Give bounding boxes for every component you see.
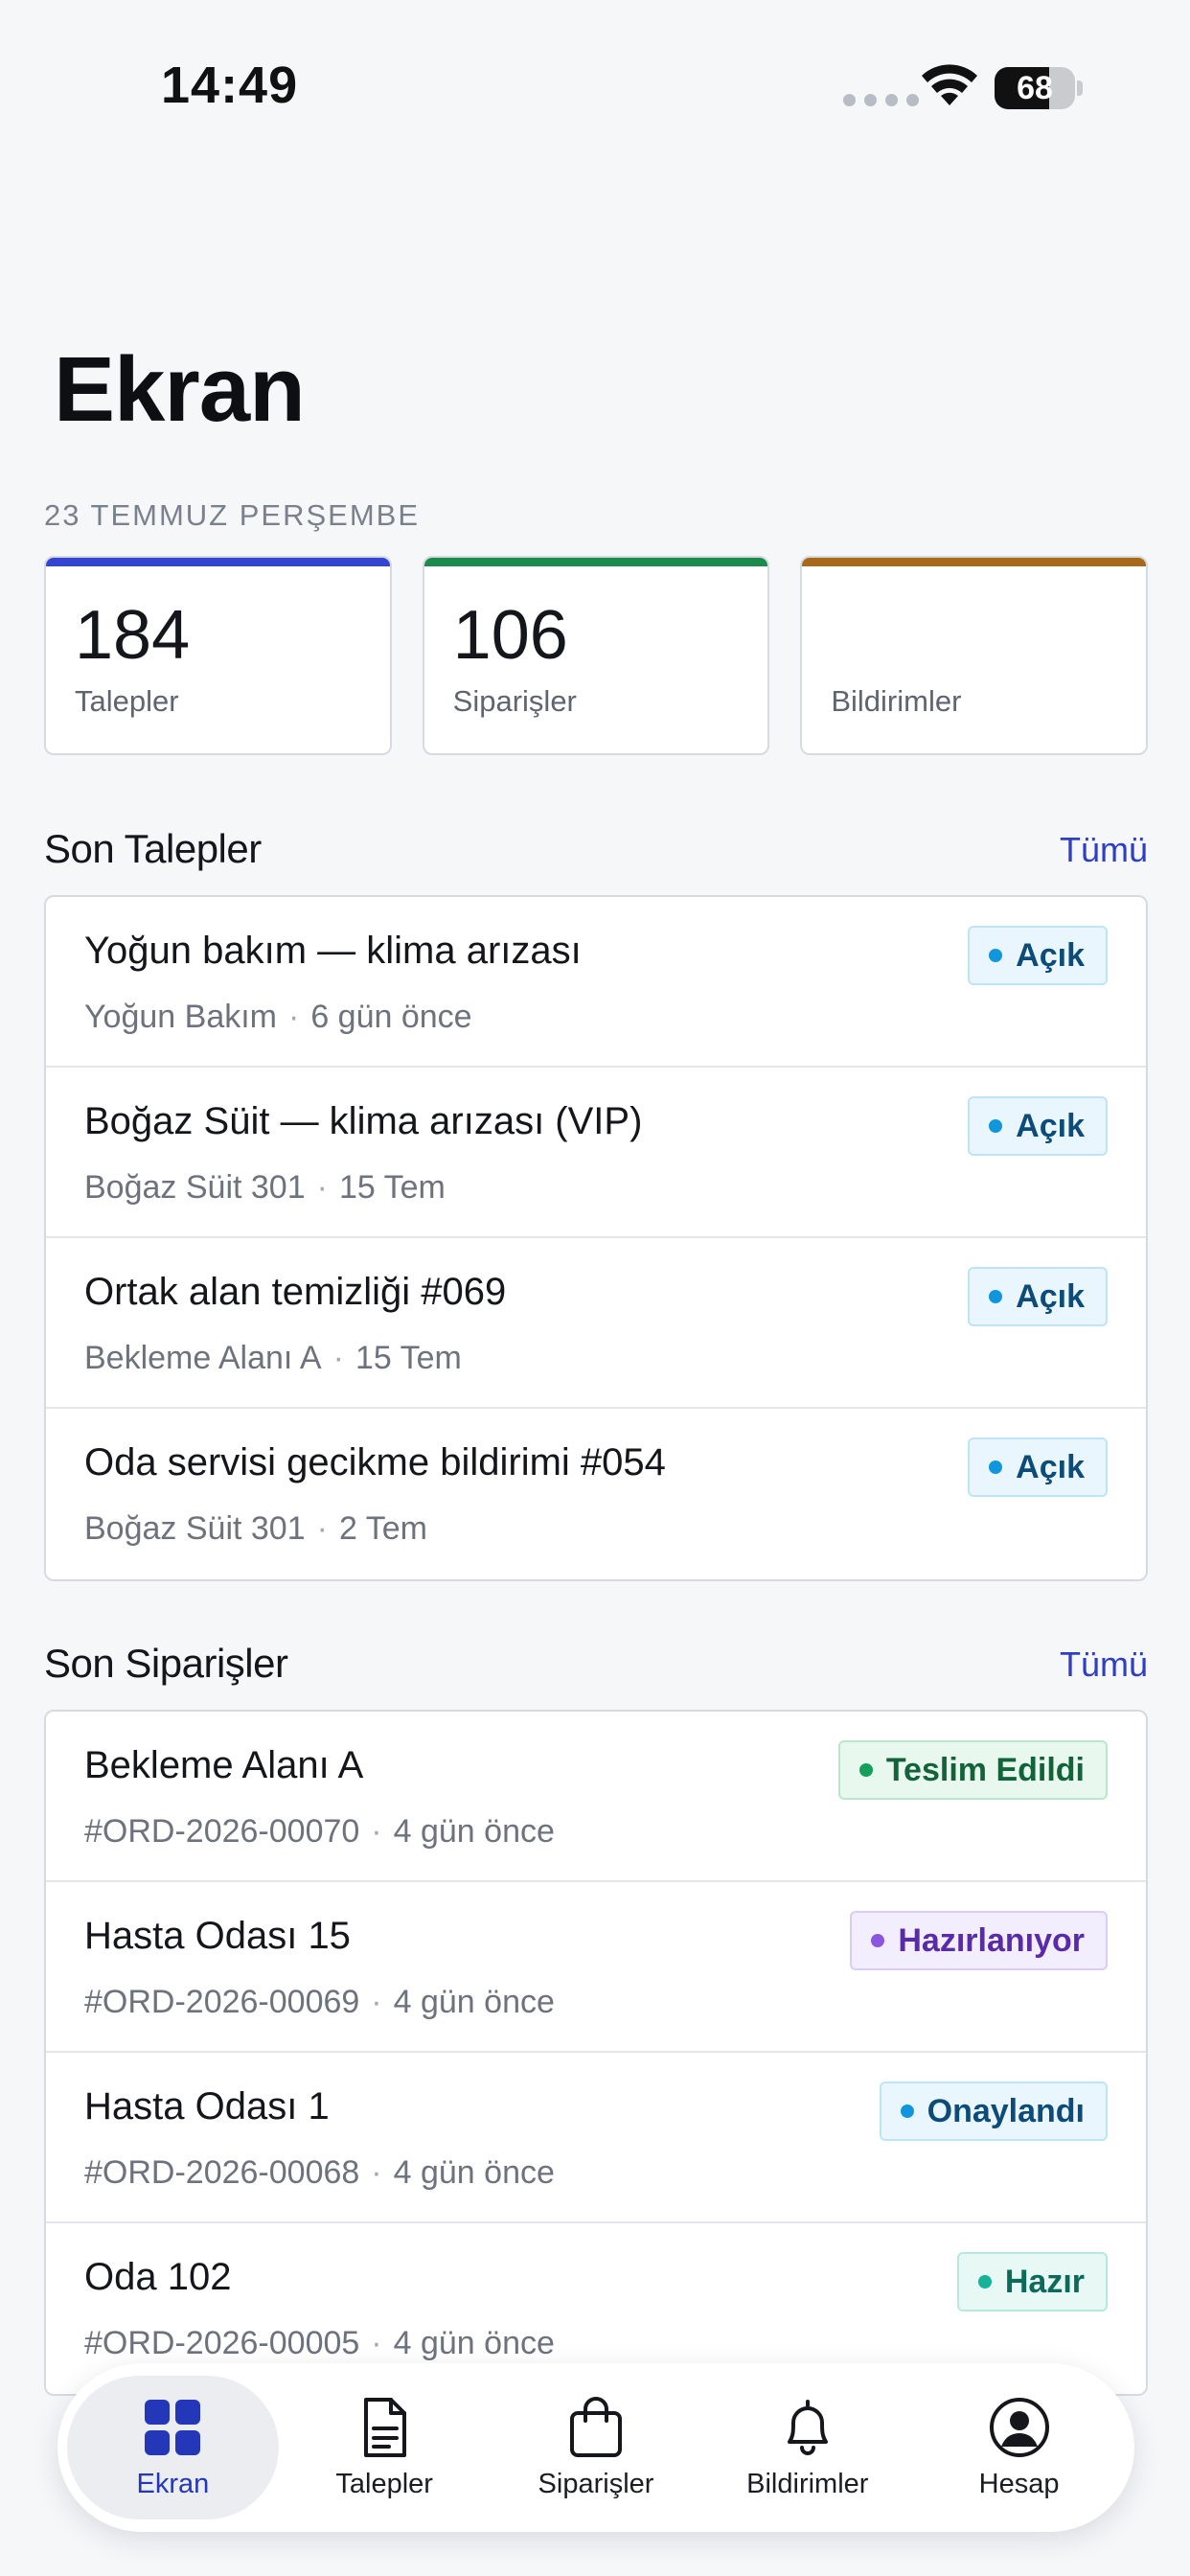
tab-label: Bildirimler (746, 2468, 869, 2499)
order-title: Hasta Odası 1 (84, 2085, 330, 2128)
request-time: 15 Tem (355, 1340, 462, 1376)
list-item[interactable]: Hasta Odası 15 #ORD-2026-00069 · 4 gün önc… (46, 1882, 1146, 2053)
request-time: 15 Tem (338, 1169, 446, 1206)
status-text: Hazırlanıyor (898, 1921, 1085, 1959)
status-badge: Teslim Edildi (837, 1740, 1108, 1800)
section-title: Son Siparişler (44, 1641, 288, 1686)
grid-icon (145, 2399, 201, 2455)
signal-icon (843, 94, 919, 106)
tab-label: Hesap (978, 2468, 1060, 2499)
account-icon (989, 2397, 1049, 2457)
status-text: Teslim Edildi (885, 1751, 1085, 1788)
stat-value: 106 (452, 597, 568, 674)
list-item[interactable]: Yoğun bakım — klima arızası Yoğun Bakım ·… (46, 897, 1146, 1068)
stat-accent-bar (802, 558, 1147, 566)
tab-label: Talepler (335, 2468, 433, 2499)
request-meta: Bekleme Alanı A · 15 Tem (84, 1340, 462, 1376)
request-title: Yoğun bakım — klima arızası (84, 930, 582, 972)
status-text: Hazır (1004, 2263, 1085, 2300)
list-item[interactable]: Hasta Odası 1 #ORD-2026-00068 · 4 gün önce… (46, 2053, 1146, 2223)
order-code: #ORD-2026-00005 (84, 2325, 360, 2361)
order-title: Oda 102 (84, 2256, 232, 2298)
order-time: 4 gün önce (393, 1813, 555, 1850)
order-time: 4 gün önce (393, 2325, 555, 2361)
status-badge: Açık (968, 1096, 1108, 1156)
bell-icon (787, 2399, 828, 2455)
request-meta: Boğaz Süit 301 · 15 Tem (84, 1169, 446, 1206)
status-badge: Hazırlanıyor (850, 1911, 1108, 1970)
requests-see-all-link[interactable]: Tümü (1060, 830, 1148, 870)
requests-list: Yoğun bakım — klima arızası Yoğun Bakım ·… (44, 895, 1148, 1581)
status-text: Açık (1016, 936, 1085, 974)
status-text: Onaylandı (927, 2092, 1085, 2129)
bag-icon (569, 2396, 622, 2457)
order-time: 4 gün önce (393, 1984, 555, 2020)
status-badge: Hazır (956, 2252, 1108, 2312)
order-code: #ORD-2026-00069 (84, 1984, 360, 2020)
tab-orders[interactable]: Siparişler (491, 2376, 702, 2519)
stats-row: 184 Talepler 106 Siparişler Bildirimler (44, 556, 1149, 755)
status-badge: Açık (968, 1267, 1108, 1326)
request-title: Boğaz Süit — klima arızası (VIP) (84, 1100, 643, 1142)
orders-list: Bekleme Alanı A #ORD-2026-00070 · 4 gün ön… (44, 1710, 1148, 2396)
section-title: Son Talepler (44, 826, 262, 871)
stat-label: Bildirimler (831, 684, 962, 718)
battery-level: 68 (1017, 70, 1053, 106)
wifi-icon (922, 64, 977, 105)
stat-accent-bar (46, 558, 390, 566)
stat-value: 184 (75, 597, 191, 674)
status-time: 14:49 (161, 57, 299, 114)
status-text: Açık (1016, 1107, 1085, 1144)
order-meta: #ORD-2026-00070 · 4 gün önce (84, 1813, 555, 1850)
order-time: 4 gün önce (393, 2154, 555, 2191)
tab-dashboard[interactable]: Ekran (67, 2376, 279, 2519)
tab-notifications[interactable]: Bildirimler (701, 2376, 913, 2519)
stat-accent-bar (423, 558, 768, 566)
battery-icon: 68 (995, 67, 1083, 109)
stat-label: Siparişler (452, 684, 577, 718)
date-label: 23 TEMMUZ PERŞEMBE (44, 498, 421, 532)
status-badge: Açık (968, 1438, 1108, 1497)
order-meta: #ORD-2026-00068 · 4 gün önce (84, 2154, 555, 2191)
order-title: Bekleme Alanı A (84, 1744, 364, 1786)
tab-bar: Ekran Talepler Siparişler Bildirimler He… (57, 2363, 1134, 2532)
order-code: #ORD-2026-00070 (84, 1813, 360, 1850)
stat-card-notifications[interactable]: Bildirimler (800, 556, 1149, 755)
tab-label: Siparişler (538, 2468, 654, 2499)
status-badge: Onaylandı (879, 2082, 1108, 2141)
request-meta: Yoğun Bakım · 6 gün önce (84, 999, 472, 1035)
status-bar: 14:49 68 (0, 0, 1190, 172)
request-location: Boğaz Süit 301 (84, 1510, 306, 1547)
tab-account[interactable]: Hesap (913, 2376, 1125, 2519)
orders-see-all-link[interactable]: Tümü (1060, 1644, 1148, 1685)
tab-label: Ekran (136, 2468, 210, 2499)
status-badge: Açık (968, 926, 1108, 985)
order-meta: #ORD-2026-00069 · 4 gün önce (84, 1984, 555, 2020)
request-time: 2 Tem (338, 1510, 427, 1547)
order-meta: #ORD-2026-00005 · 4 gün önce (84, 2325, 555, 2361)
request-time: 6 gün önce (310, 999, 472, 1035)
order-code: #ORD-2026-00068 (84, 2154, 360, 2191)
status-text: Açık (1016, 1448, 1085, 1485)
status-text: Açık (1016, 1277, 1085, 1315)
request-location: Yoğun Bakım (84, 999, 277, 1035)
request-title: Oda servisi gecikme bildirimi #054 (84, 1441, 666, 1484)
stat-card-orders[interactable]: 106 Siparişler (422, 556, 770, 755)
request-title: Ortak alan temizliği #069 (84, 1271, 507, 1313)
order-title: Hasta Odası 15 (84, 1915, 351, 1957)
stat-card-requests[interactable]: 184 Talepler (44, 556, 392, 755)
request-location: Bekleme Alanı A (84, 1340, 322, 1376)
list-item[interactable]: Bekleme Alanı A #ORD-2026-00070 · 4 gün ön… (46, 1712, 1146, 1882)
tab-requests[interactable]: Talepler (279, 2376, 491, 2519)
list-item[interactable]: Oda servisi gecikme bildirimi #054 Boğaz… (46, 1409, 1146, 1579)
list-item[interactable]: Boğaz Süit — klima arızası (VIP) Boğaz S… (46, 1068, 1146, 1238)
orders-section-header: Son Siparişler Tümü (44, 1641, 1148, 1698)
request-meta: Boğaz Süit 301 · 2 Tem (84, 1510, 427, 1547)
list-item[interactable]: Ortak alan temizliği #069 Bekleme Alanı … (46, 1238, 1146, 1409)
requests-section-header: Son Talepler Tümü (44, 826, 1148, 884)
request-location: Boğaz Süit 301 (84, 1169, 306, 1206)
stat-label: Talepler (75, 684, 179, 718)
document-icon (364, 2397, 407, 2457)
page-title: Ekran (54, 338, 306, 441)
